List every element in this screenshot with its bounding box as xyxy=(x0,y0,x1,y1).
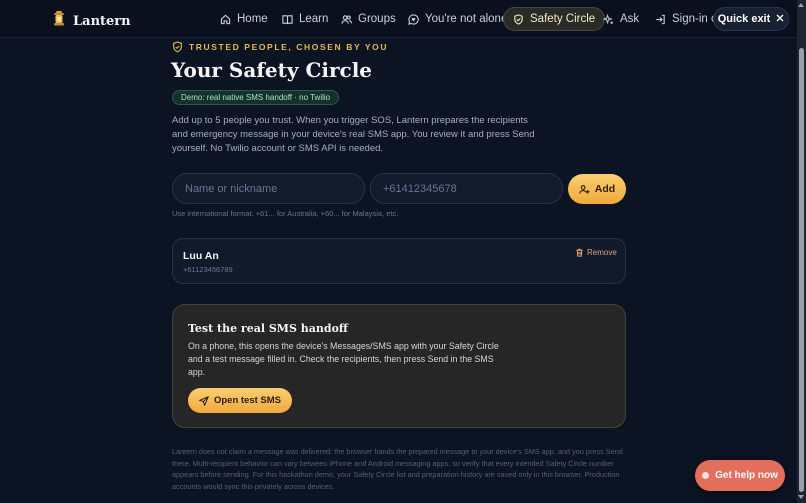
get-help-label: Get help now xyxy=(715,470,778,481)
remove-contact-button[interactable]: Remove xyxy=(575,248,617,257)
brand-name: Lantern xyxy=(73,14,131,29)
test-sms-description: On a phone, this opens the device's Mess… xyxy=(188,341,499,377)
test-sms-card: Test the real SMS handoff On a phone, th… xyxy=(172,304,626,428)
lantern-icon xyxy=(53,11,65,32)
contact-card: Luu An +61123456789 Remove xyxy=(172,238,626,284)
scroll-thumb[interactable] xyxy=(799,48,804,492)
remove-label: Remove xyxy=(587,248,617,257)
add-label: Add xyxy=(594,183,616,195)
nav-safety-circle[interactable]: Safety Circle xyxy=(503,7,606,31)
home-icon xyxy=(220,14,231,24)
page-title: Your Safety Circle xyxy=(171,58,373,82)
alert-dot-icon xyxy=(702,472,710,479)
contact-name: Luu An xyxy=(183,250,219,262)
eyebrow-text: TRUSTED PEOPLE, CHOSEN BY YOU xyxy=(189,42,389,52)
nav-safety-circle-label: Safety Circle xyxy=(530,13,596,25)
get-help-button[interactable]: Get help now xyxy=(695,460,785,491)
nav-learn-label: Learn xyxy=(299,13,329,25)
demo-badge: Demo: real native SMS handoff · no Twili… xyxy=(172,90,340,105)
sign-in-icon xyxy=(656,14,665,24)
phone-input[interactable] xyxy=(370,173,563,204)
nav-home[interactable]: Home xyxy=(220,7,268,31)
nav-not-alone-label: You're not alone xyxy=(425,13,508,25)
top-nav: Lantern Home Learn Groups You're not alo… xyxy=(0,0,797,38)
nav-home-label: Home xyxy=(237,13,268,25)
message-heart-icon xyxy=(408,13,419,25)
shield-check-icon xyxy=(173,41,182,53)
user-plus-icon xyxy=(579,184,590,194)
open-test-sms-button[interactable]: Open test SMS xyxy=(188,388,292,413)
nav-groups[interactable]: Groups xyxy=(341,7,396,31)
close-icon xyxy=(776,13,784,25)
scroll-up-arrow-icon[interactable] xyxy=(798,3,804,7)
nav-groups-label: Groups xyxy=(358,13,396,25)
book-icon xyxy=(282,14,293,24)
add-contact-button[interactable]: Add xyxy=(568,174,626,204)
sparkles-icon xyxy=(603,13,614,24)
intro-text: Add up to 5 people you trust. When you t… xyxy=(172,115,535,154)
name-input[interactable] xyxy=(172,173,365,204)
nav-ask-label: Ask xyxy=(620,13,640,25)
scroll-down-arrow-icon[interactable] xyxy=(798,495,804,499)
phone-format-hint: Use international format: +61... for Aus… xyxy=(172,209,399,218)
test-sms-title: Test the real SMS handoff xyxy=(188,322,348,335)
contact-phone: +61123456789 xyxy=(183,265,233,274)
nav-ask[interactable]: Ask xyxy=(603,7,639,31)
open-test-sms-label: Open test SMS xyxy=(213,395,282,406)
brand[interactable]: Lantern xyxy=(53,11,131,32)
shield-check-icon xyxy=(514,13,523,25)
quick-exit-label: Quick exit xyxy=(717,13,771,25)
nav-learn[interactable]: Learn xyxy=(282,7,328,31)
trash-icon xyxy=(576,248,583,257)
nav-not-alone[interactable]: You're not alone xyxy=(408,7,507,31)
users-icon xyxy=(341,14,352,24)
scrollbar[interactable] xyxy=(797,0,806,503)
send-icon xyxy=(198,395,209,406)
quick-exit-button[interactable]: Quick exit xyxy=(713,7,789,31)
eyebrow: TRUSTED PEOPLE, CHOSEN BY YOU xyxy=(172,41,388,53)
disclaimer-text: Lantern does not claim a message was del… xyxy=(172,447,623,491)
